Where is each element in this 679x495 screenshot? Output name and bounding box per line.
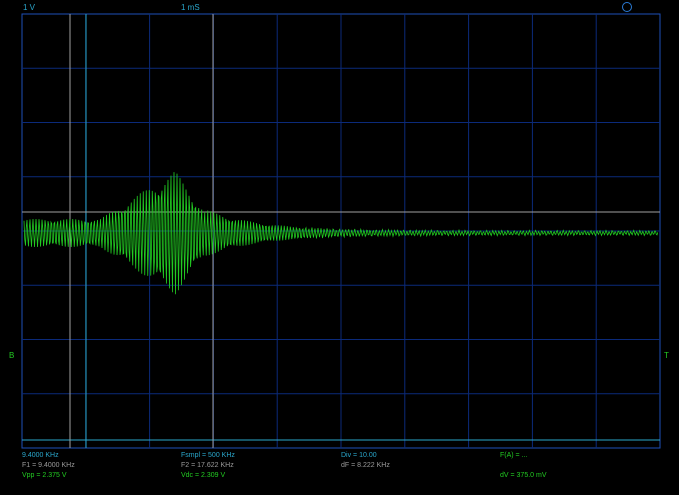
sample-rate-readout: Fsmpl = 500 KHz — [181, 452, 235, 459]
frequency-readout: 9.4000 KHz — [22, 452, 59, 459]
volts-per-division[interactable]: 1 V — [23, 3, 35, 12]
left-trigger-marker[interactable]: B — [9, 351, 14, 361]
f2-readout: F2 = 17.622 KHz — [181, 462, 234, 469]
fa-readout: F(A) = ... — [500, 452, 528, 459]
f1-readout: F1 = 9.4000 KHz — [22, 462, 75, 469]
vpp-readout: Vpp = 2.375 V — [22, 472, 67, 479]
vdc-readout: Vdc = 2.309 V — [181, 472, 226, 479]
dv-readout: dV = 375.0 mV — [500, 472, 547, 479]
oscilloscope-display[interactable] — [0, 0, 679, 495]
division-readout: Div = 10.00 — [341, 452, 377, 459]
right-trigger-marker[interactable]: T — [664, 351, 669, 361]
time-per-division[interactable]: 1 mS — [181, 3, 200, 12]
circle-button-icon[interactable] — [622, 2, 632, 12]
df-readout: dF = 8.222 KHz — [341, 462, 390, 469]
oscilloscope-screen: 1 V 1 mS B T 9.4000 KHz F1 = 9.4000 KHz … — [0, 0, 679, 495]
